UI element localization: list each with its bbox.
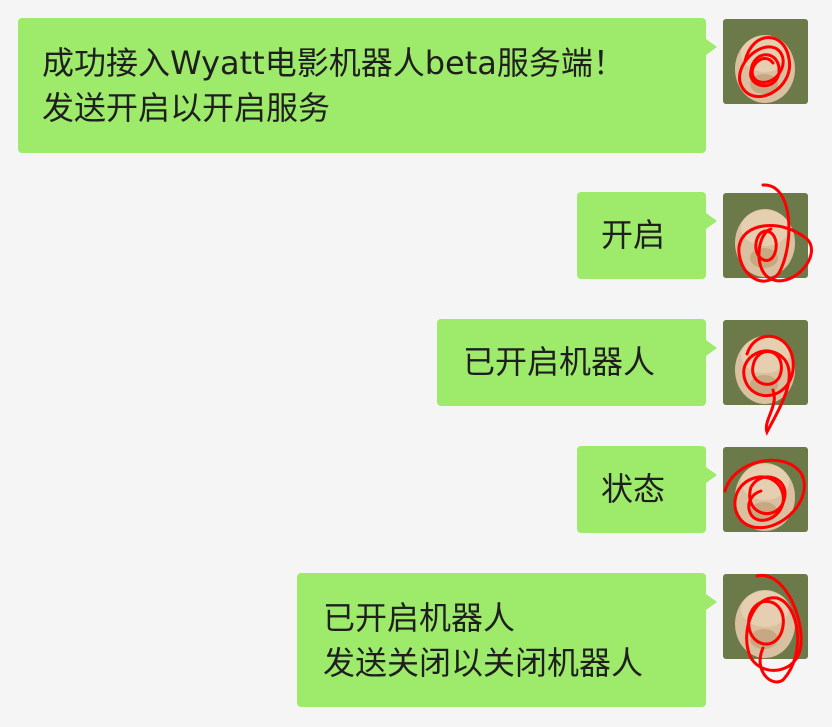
avatar[interactable]: [723, 183, 813, 283]
dog-avatar-icon: [723, 183, 813, 283]
message-text-line: 成功接入Wyatt电影机器人beta服务端！: [42, 44, 625, 82]
dog-avatar-icon: [723, 574, 808, 684]
chat-window: { "messages": [ { "sender": "self", "lin…: [0, 0, 832, 727]
message-text-line: 开启: [601, 216, 666, 254]
message-bubble[interactable]: 成功接入Wyatt电影机器人beta服务端！ 发送开启以开启服务: [18, 18, 717, 153]
dog-avatar-icon: [723, 447, 808, 532]
message-text-line: 已开启机器人: [463, 343, 656, 381]
message-bubble[interactable]: 已开启机器人 发送关闭以关闭机器人: [297, 573, 717, 707]
avatar[interactable]: [723, 320, 808, 436]
avatar[interactable]: [723, 574, 808, 684]
avatar[interactable]: [723, 19, 808, 104]
avatar[interactable]: [723, 447, 808, 532]
dog-avatar-icon: [723, 19, 808, 104]
message-bubble[interactable]: 开启: [577, 192, 717, 279]
message-text-line: 发送开启以开启服务: [42, 89, 331, 127]
message-text-line: 发送关闭以关闭机器人: [323, 644, 644, 682]
dog-avatar-icon: [723, 320, 808, 436]
message-bubble[interactable]: 已开启机器人: [437, 319, 717, 406]
message-bubble[interactable]: 状态: [577, 446, 717, 533]
message-text-line: 状态: [601, 470, 666, 508]
message-text-line: 已开启机器人: [323, 599, 516, 637]
